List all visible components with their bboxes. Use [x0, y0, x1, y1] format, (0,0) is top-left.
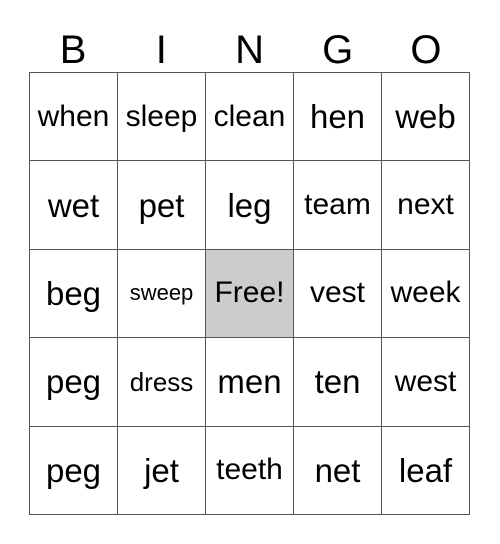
bingo-cell[interactable]: when [30, 73, 118, 162]
bingo-cell[interactable]: vest [294, 249, 382, 339]
bingo-header-letter-n: N [235, 28, 264, 72]
bingo-card: B I N G O when sleep clean hen web wet pet leg t… [0, 0, 500, 544]
bingo-cell[interactable]: west [382, 338, 470, 427]
bingo-cell[interactable]: jet [118, 426, 206, 515]
bingo-cell[interactable]: sweep [118, 249, 206, 339]
bingo-header-letter-i: I [155, 28, 167, 72]
bingo-cell[interactable]: beg [30, 249, 118, 339]
bingo-cell[interactable]: men [206, 338, 294, 427]
bingo-header-letter-o: O [410, 28, 442, 72]
bingo-header-row: B I N G O [29, 16, 470, 72]
bingo-cell[interactable]: web [382, 73, 470, 162]
bingo-cell[interactable]: wet [30, 161, 118, 250]
bingo-free-cell[interactable]: Free! [206, 249, 294, 339]
bingo-cell[interactable]: week [382, 249, 470, 339]
bingo-cell[interactable]: team [294, 161, 382, 250]
bingo-cell[interactable]: net [294, 426, 382, 515]
bingo-cell[interactable]: peg [30, 338, 118, 427]
bingo-cell[interactable]: teeth [206, 426, 294, 515]
bingo-header-letter-g: G [322, 28, 354, 72]
bingo-cell[interactable]: pet [118, 161, 206, 250]
bingo-cell[interactable]: leg [206, 161, 294, 250]
bingo-header-letter-b: B [59, 28, 87, 72]
bingo-cell[interactable]: hen [294, 73, 382, 162]
bingo-cell[interactable]: sleep [118, 73, 206, 162]
bingo-grid: when sleep clean hen web wet pet leg team next beg… [29, 72, 470, 515]
bingo-cell[interactable]: clean [206, 73, 294, 162]
bingo-cell[interactable]: leaf [382, 426, 470, 515]
bingo-cell[interactable]: next [382, 161, 470, 250]
bingo-cell[interactable]: peg [30, 426, 118, 515]
bingo-cell[interactable]: ten [294, 338, 382, 427]
bingo-cell[interactable]: dress [118, 338, 206, 427]
